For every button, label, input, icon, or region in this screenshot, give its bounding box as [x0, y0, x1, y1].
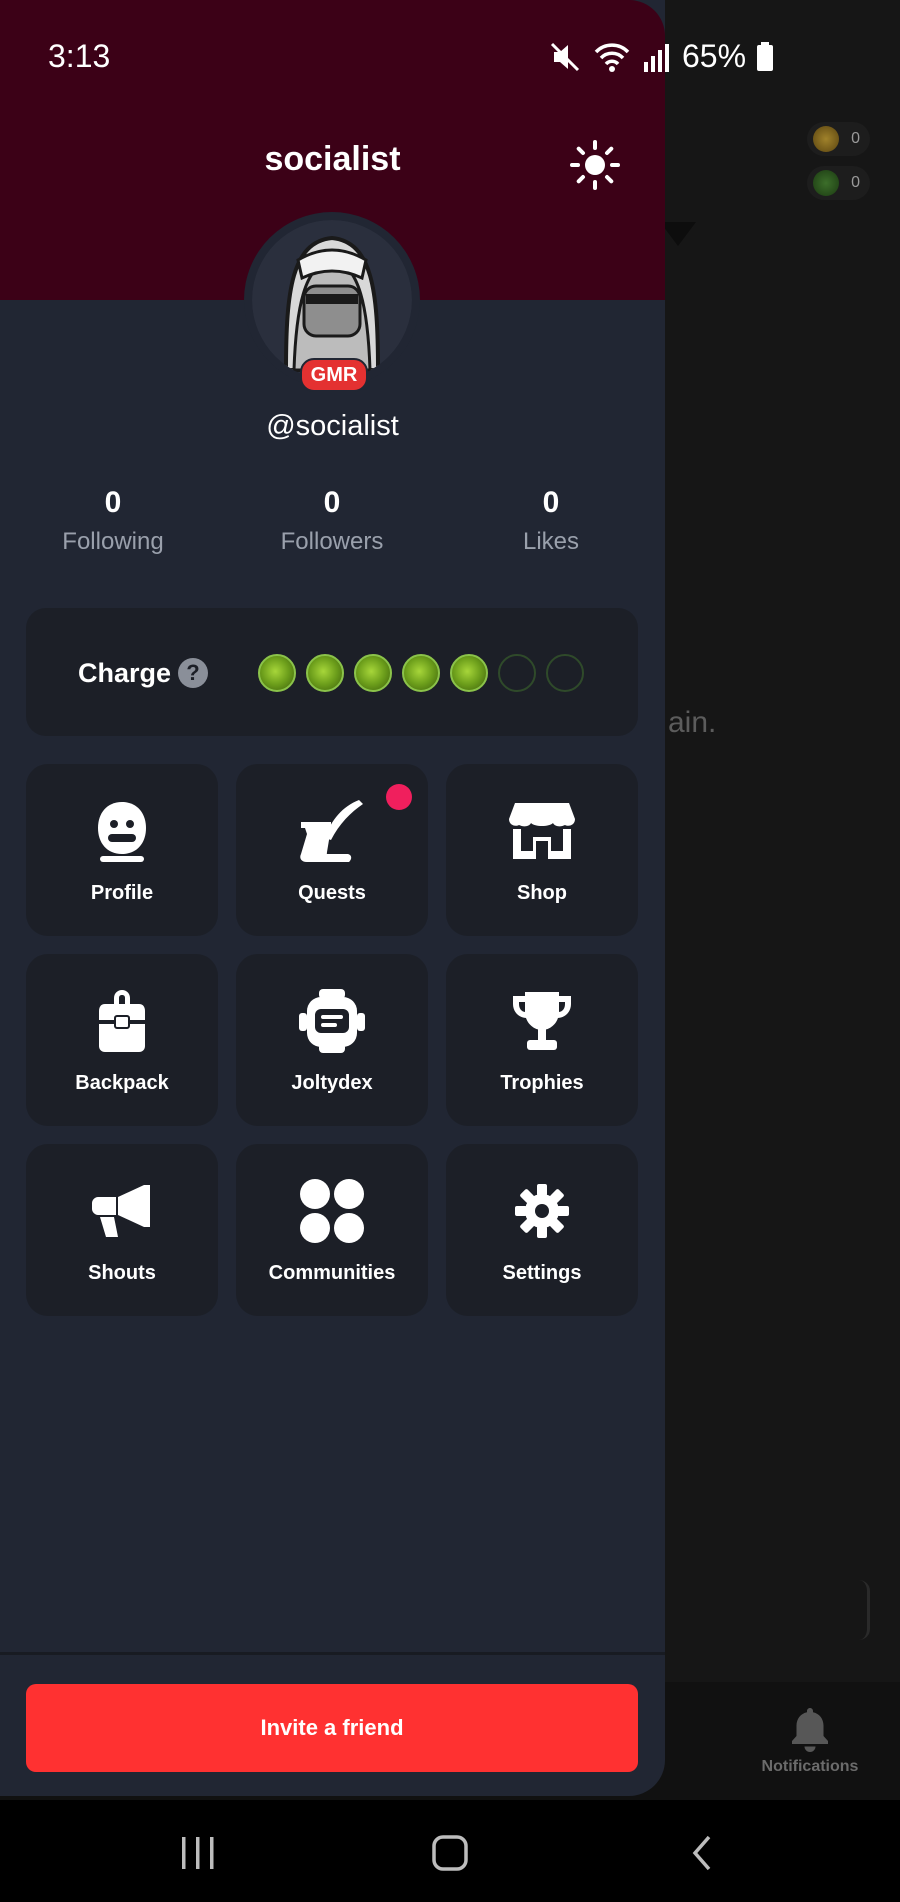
status-time: 3:13 [48, 38, 111, 74]
menu-joltydex[interactable]: Joltydex [236, 954, 428, 1126]
side-drawer: socialist GMR @socialist 0 Following 0 F… [0, 0, 665, 1796]
back-button[interactable] [667, 1828, 737, 1878]
battery-icon [757, 41, 774, 71]
menu-trophies-label: Trophies [500, 1072, 584, 1094]
wifi-icon [594, 42, 630, 72]
scroll-edge [859, 1580, 870, 1640]
menu-profile[interactable]: Profile [26, 764, 218, 936]
status-icons: 65% [548, 38, 774, 75]
robot-device-icon [299, 989, 365, 1053]
avatar [252, 220, 412, 380]
storefront-icon [509, 803, 575, 859]
signal-icon [644, 43, 669, 72]
charge-orb-empty [498, 654, 536, 692]
coin-count: 0 [851, 130, 860, 147]
bill-balance[interactable]: 0 [807, 166, 870, 200]
face-icon [98, 802, 146, 862]
home-button[interactable] [415, 1828, 485, 1878]
notification-dot [386, 784, 412, 810]
menu-quests[interactable]: Quests [236, 764, 428, 936]
menu-settings-label: Settings [502, 1262, 582, 1284]
help-icon[interactable]: ? [178, 658, 208, 688]
divider [0, 1652, 665, 1655]
menu-joltydex-label: Joltydex [291, 1072, 373, 1094]
theme-toggle-button[interactable] [566, 136, 624, 194]
mute-icon [550, 42, 580, 71]
gamer-badge: GMR [300, 358, 368, 392]
charge-card: Charge ? [26, 608, 638, 736]
dropdown-caret [660, 222, 696, 246]
charge-orb-filled [258, 654, 296, 692]
coin-balance[interactable]: 0 [807, 122, 870, 156]
back-chevron-icon [692, 1835, 711, 1871]
following-label: Following [62, 528, 164, 555]
stat-followers[interactable]: 0 Followers [242, 486, 422, 556]
tab-notifications[interactable]: Notifications [740, 1706, 880, 1776]
menu-shop[interactable]: Shop [446, 764, 638, 936]
battery-percent: 65% [682, 38, 747, 74]
cash-icon [813, 170, 840, 196]
user-handle: @socialist [266, 410, 399, 442]
menu-trophies[interactable]: Trophies [446, 954, 638, 1126]
menu-shouts-label: Shouts [88, 1262, 156, 1284]
background-message: ain. [668, 706, 717, 739]
menu-shouts[interactable]: Shouts [26, 1144, 218, 1316]
coin-icon [813, 126, 840, 152]
followers-count: 0 [323, 486, 341, 519]
following-count: 0 [104, 486, 122, 519]
menu-backpack-label: Backpack [75, 1072, 169, 1094]
menu-grid: Profile Quests Shop Backpack Joltydex Tr… [26, 764, 640, 1316]
profile-stats: 0 Following 0 Followers 0 Likes [0, 486, 665, 566]
sun-icon [570, 140, 620, 190]
system-nav-bar [0, 1800, 900, 1902]
likes-count: 0 [542, 486, 560, 519]
followers-label: Followers [280, 528, 384, 555]
likes-label: Likes [522, 528, 580, 555]
trophy-icon [513, 992, 571, 1050]
stat-likes[interactable]: 0 Likes [461, 486, 641, 556]
charge-orb-filled [402, 654, 440, 692]
recent-apps-button[interactable] [163, 1828, 233, 1878]
menu-quests-label: Quests [298, 882, 366, 904]
charge-orb-filled [306, 654, 344, 692]
menu-shop-label: Shop [517, 882, 567, 904]
menu-backpack[interactable]: Backpack [26, 954, 218, 1126]
menu-profile-label: Profile [90, 882, 154, 904]
charge-orb-filled [450, 654, 488, 692]
bell-icon [792, 1708, 828, 1752]
charge-orb-empty [546, 654, 584, 692]
tab-notifications-label: Notifications [761, 1758, 859, 1775]
bill-count: 0 [851, 174, 860, 191]
menu-communities[interactable]: Communities [236, 1144, 428, 1316]
four-circles-icon [300, 1179, 364, 1243]
gear-icon [515, 1184, 569, 1238]
charge-orb-filled [354, 654, 392, 692]
recent-apps-icon [182, 1837, 214, 1869]
charge-label: Charge [78, 658, 172, 688]
invite-friend-button[interactable]: Invite a friend [26, 1684, 638, 1772]
menu-settings[interactable]: Settings [446, 1144, 638, 1316]
home-icon [432, 1835, 468, 1871]
megaphone-icon [92, 1185, 150, 1237]
charge-meter [258, 654, 584, 692]
menu-communities-label: Communities [268, 1262, 396, 1284]
backpack-icon [99, 990, 145, 1052]
stat-following[interactable]: 0 Following [23, 486, 203, 556]
quill-scroll-icon [300, 800, 363, 862]
